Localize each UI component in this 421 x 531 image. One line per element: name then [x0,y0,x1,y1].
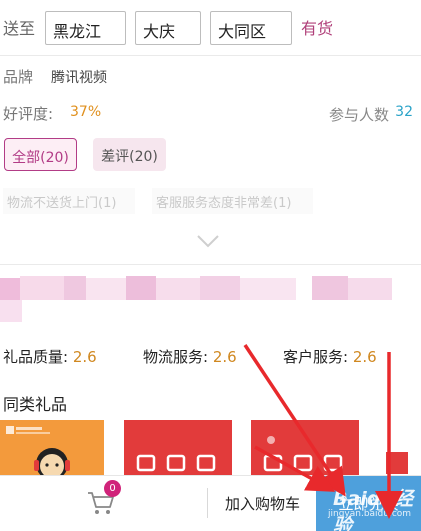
score-gift-quality: 礼品质量: 2.6 [3,346,97,367]
card-image [251,420,359,475]
chevron-down-icon[interactable] [196,233,220,249]
score-label: 物流服务: [143,348,209,366]
baidu-watermark: Baidu经验 [333,488,413,531]
add-to-cart-button[interactable]: 加入购物车 [225,493,300,514]
brand-value: 腾讯视频 [51,70,107,86]
filter-all-tab[interactable]: 全部(20) [4,138,77,171]
filter-negative-tab[interactable]: 差评(20) [93,138,166,171]
divider [0,55,421,56]
review-chip-service[interactable]: 客服服务态度非常差(1) [152,188,313,214]
score-customer-service: 客户服务: 2.6 [283,346,377,367]
score-label: 客户服务: [283,348,349,366]
rating-value: 37% [70,104,102,120]
watermark-url: jingyan.baidu.com [328,509,412,519]
gift-thumbnail[interactable] [378,420,421,475]
participants-value: 32 [395,104,413,120]
shipping-row: 送至 黑龙江 大庆 大同区 有货 [0,0,421,52]
score-label: 礼品质量: [3,348,69,366]
shipping-label: 送至 [3,19,36,38]
card-image [124,420,232,475]
gift-thumbnail[interactable] [251,420,359,475]
score-logistics: 物流服务: 2.6 [143,346,237,367]
gift-thumbnail[interactable] [0,420,104,475]
card-image [378,420,421,475]
participants-label: 参与人数 [328,106,389,124]
review-chip-logistics[interactable]: 物流不送货上门(1) [3,188,135,214]
stock-status: 有货 [301,19,334,38]
cart-count-badge: 0 [104,480,121,497]
gift-thumbnail[interactable] [124,420,232,475]
score-value: 2.6 [352,348,377,366]
rating-label: 好评度: [3,105,54,123]
divider [0,264,421,265]
district-select[interactable]: 大同区 [210,11,292,45]
brand-label: 品牌 [3,68,34,86]
score-value: 2.6 [212,348,237,366]
similar-gifts-title: 同类礼品 [3,395,68,414]
score-value: 2.6 [72,348,97,366]
mascot-image [0,420,104,475]
province-select[interactable]: 黑龙江 [45,11,126,45]
divider [207,488,208,518]
city-select[interactable]: 大庆 [135,11,201,45]
